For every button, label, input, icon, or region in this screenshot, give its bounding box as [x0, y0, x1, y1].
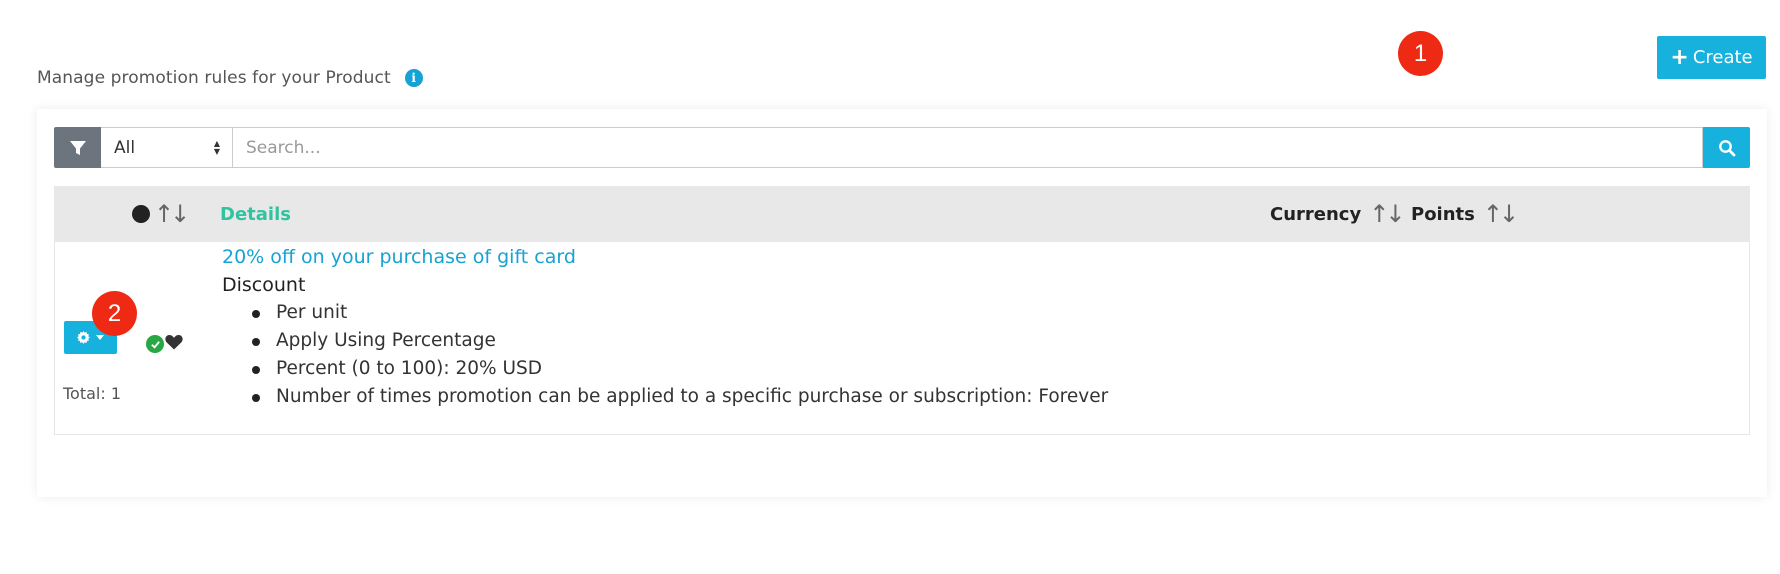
- status-dot-icon: [132, 205, 150, 223]
- sort-icon[interactable]: ↑↓: [154, 200, 190, 228]
- sort-icon[interactable]: ↑↓: [1483, 200, 1519, 228]
- promotion-details-list: Per unit Apply Using Percentage Percent …: [222, 299, 1108, 411]
- select-arrows-icon: ▲ ▼: [213, 138, 220, 156]
- total-count: Total: 1: [63, 384, 122, 403]
- gear-icon: [77, 331, 90, 344]
- create-button[interactable]: + Create: [1657, 36, 1766, 79]
- points-column-label: Points: [1411, 203, 1475, 225]
- filter-select[interactable]: All ▲ ▼: [101, 127, 233, 168]
- search-button[interactable]: [1703, 127, 1750, 168]
- plus-icon: +: [1670, 44, 1689, 70]
- create-label: Create: [1692, 47, 1753, 68]
- search-icon: [1718, 139, 1735, 156]
- list-item: Per unit: [252, 299, 1108, 327]
- filter-select-value: All: [114, 137, 136, 158]
- promotion-type: Discount: [222, 274, 306, 296]
- list-item: Apply Using Percentage: [252, 327, 1108, 355]
- page-description: Manage promotion rules for your Product …: [37, 68, 423, 88]
- list-item: Percent (0 to 100): 20% USD: [252, 355, 1108, 383]
- promotions-table: ↑↓ Details Currency ↑↓ Points ↑↓ 20% off…: [54, 186, 1750, 435]
- table-header: ↑↓ Details Currency ↑↓ Points ↑↓: [54, 186, 1750, 242]
- points-column-header[interactable]: Points ↑↓: [1411, 186, 1519, 242]
- sort-icon[interactable]: ↑↓: [1369, 200, 1405, 228]
- caret-down-icon: [96, 335, 104, 340]
- currency-column-header[interactable]: Currency ↑↓: [1270, 186, 1405, 242]
- table-row: 20% off on your purchase of gift card Di…: [54, 242, 1750, 435]
- filter-button[interactable]: [54, 127, 101, 168]
- check-circle-icon: [146, 335, 164, 353]
- details-column-header[interactable]: Details: [220, 186, 291, 242]
- page-description-text: Manage promotion rules for your Product: [37, 68, 391, 88]
- search-placeholder: Search...: [246, 137, 321, 158]
- status-column-header[interactable]: ↑↓: [132, 186, 190, 242]
- info-icon[interactable]: i: [404, 69, 423, 87]
- currency-column-label: Currency: [1270, 203, 1362, 225]
- step-badge-2: 2: [92, 291, 137, 336]
- promotion-title-link[interactable]: 20% off on your purchase of gift card: [222, 246, 1108, 268]
- promotions-panel: All ▲ ▼ Search... ↑↓ Details Currency ↑↓ …: [37, 109, 1767, 497]
- search-input[interactable]: Search...: [233, 127, 1703, 168]
- filter-icon: [69, 140, 86, 155]
- filter-bar: All ▲ ▼ Search...: [54, 127, 1750, 168]
- step-badge-1: 1: [1398, 31, 1443, 76]
- details-cell: 20% off on your purchase of gift card Di…: [222, 246, 1108, 411]
- heart-icon[interactable]: [165, 334, 183, 350]
- list-item: Number of times promotion can be applied…: [252, 383, 1108, 411]
